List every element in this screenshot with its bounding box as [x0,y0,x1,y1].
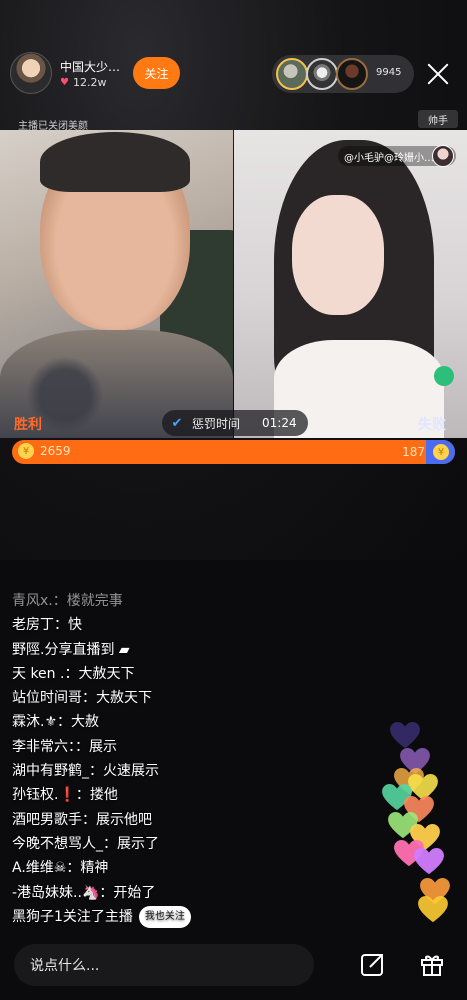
chat-text: ：楼就完事 [52,593,123,609]
guest-toy-ball [434,366,454,386]
host-hair [40,132,190,192]
chat-text: ：火速展示 [89,763,159,780]
viewer-list[interactable]: 9945 [272,55,414,93]
host-score-value: 2659 [40,444,71,458]
chat-username[interactable]: 酒吧男歌手 [12,812,82,828]
chat-username[interactable]: 站位时间哥 [12,690,82,706]
viewer-count: 9945 [376,67,402,78]
chat-text: ：精神 [66,860,109,877]
chat-message: 老房丁：快 [12,614,342,638]
punish-label: 惩罚时间 [192,416,241,431]
chat-text: 关注了主播 [62,908,133,925]
share-icon[interactable] [360,951,386,977]
chat-message: 孙钰权.❗：搂他 [12,784,342,808]
chat-text: ：：展示 [68,738,117,755]
chat-list[interactable]: 青风x.：楼就完事 老房丁：快 野陘.分享直播到 ▰ 天 ken .：大赦天下 站位时间… [12,590,342,930]
follow-button[interactable]: 关注 [133,57,180,89]
chat-username[interactable]: A.维维☠ [12,860,66,876]
heart-icon [418,896,448,923]
chat-text: 分享直播到 ▰ [44,641,130,658]
comment-input[interactable]: 说点什么... [14,944,314,986]
chat-username[interactable]: 老房丁 [12,617,54,633]
coin-icon: ¥ [18,443,34,459]
chat-text: ：展示了 [103,835,159,852]
chat-text: ：大赦天下 [64,665,135,682]
punish-timer: ✔ 惩罚时间 01:24 [162,410,308,436]
guest-face [292,195,384,315]
chat-username[interactable]: 黑狗子1 [12,909,63,925]
coin-icon: ¥ [433,444,449,460]
heart-icon [414,848,444,875]
anchor-tag[interactable]: 帅手 [418,110,458,128]
chat-message: 青风x.：楼就完事 [12,590,342,614]
chat-message: A.维维☠：精神 [12,857,342,881]
heart-icon [390,722,420,749]
guest-avatar[interactable] [432,145,454,167]
chat-text: ：大赦天下 [82,690,152,707]
chat-username[interactable]: 李非常六 [12,739,68,755]
chat-message: 霖沐.⚜：大赦 [12,711,342,735]
chat-message: 站位时间哥：大赦天下 [12,687,342,711]
chat-username[interactable]: 霖沐.⚜ [12,714,57,730]
lose-label: 失败 [418,417,446,433]
chat-message: 今晚不想骂人_：展示了 [12,833,342,857]
chat-message: 湖中有野鹤_：火速展示 [12,760,342,784]
chat-username[interactable]: 青风x. [12,593,53,609]
follow-too-button[interactable]: 我也关注 [138,905,191,928]
host-score: ¥ 2659 [18,443,71,459]
chat-username[interactable]: -港岛妹妹..🦄 [12,885,99,901]
likes-count: 12.2w [72,76,107,89]
punish-time: 01:24 [262,416,297,430]
close-icon[interactable] [424,60,452,88]
pk-icon: ✔ [171,415,183,431]
chat-username[interactable]: 湖中有野鹤_ [12,763,89,779]
chat-message: 黑狗子1关注了主播 我也关注 [12,905,342,930]
host-video-panel[interactable] [0,130,233,438]
pk-score-bar: ¥ 2659 187 ¥ [12,440,455,464]
chat-text: ：搂他 [75,787,118,804]
viewer-avatar[interactable] [336,58,368,90]
heart-icon: ♥ [60,77,69,88]
chat-text: ：开始了 [99,884,156,901]
chat-username[interactable]: 孙钰权.❗ [12,787,76,803]
guest-score-value: 187 [402,445,425,459]
chat-message: 酒吧男歌手：展示他吧 [12,809,342,833]
chat-text: ：大赦 [57,714,100,731]
host-avatar[interactable] [10,52,52,94]
host-likes: ♥ 12.2w [60,76,106,89]
chat-text: ：展示他吧 [82,811,152,828]
chat-message: 天 ken .：大赦天下 [12,663,342,687]
guest-video-panel[interactable] [234,130,467,438]
chat-message: 野陘.分享直播到 ▰ [12,639,342,663]
viewer-avatar[interactable] [276,58,308,90]
chat-message: 李非常六：：展示 [12,736,342,760]
gift-icon[interactable] [419,951,445,977]
chat-username[interactable]: 野陘. [12,642,44,658]
chat-message: -港岛妹妹..🦄：开始了 [12,882,342,906]
host-name: 中国大少… [60,60,121,74]
chat-username[interactable]: 天 ken . [12,666,64,682]
chat-username[interactable]: 今晚不想骂人_ [12,836,103,852]
viewer-avatar[interactable] [306,58,338,90]
win-label: 胜利 [14,417,42,433]
chat-text: ：快 [54,617,82,634]
